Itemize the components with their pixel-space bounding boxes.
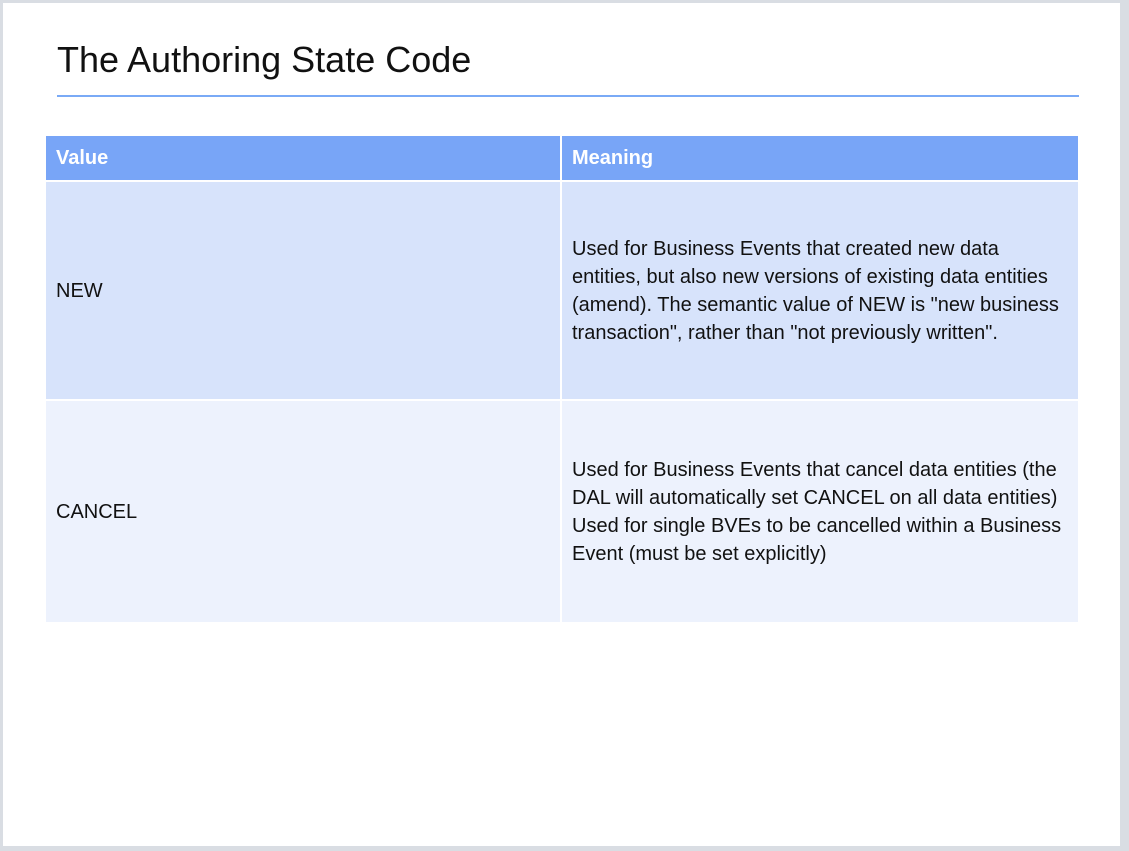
table-header-row: Value Meaning bbox=[46, 136, 1078, 182]
table-row: CANCEL Used for Business Events that can… bbox=[46, 401, 1078, 622]
slide: The Authoring State Code Value Meaning N… bbox=[3, 3, 1120, 846]
header-meaning: Meaning bbox=[562, 136, 1078, 182]
table-row: NEW Used for Business Events that create… bbox=[46, 182, 1078, 401]
value-cell-cancel: CANCEL bbox=[46, 401, 562, 622]
meaning-text: Used for Business Events that cancel dat… bbox=[572, 458, 1058, 509]
meaning-text: Used for Business Events that created ne… bbox=[572, 237, 1059, 344]
meaning-text: Used for single BVEs to be cancelled wit… bbox=[572, 514, 1062, 565]
meaning-cell-new: Used for Business Events that created ne… bbox=[562, 182, 1078, 401]
header-value: Value bbox=[46, 136, 562, 182]
authoring-state-table: Value Meaning NEW Used for Business Even… bbox=[46, 136, 1078, 622]
title-underline bbox=[57, 95, 1079, 97]
slide-title: The Authoring State Code bbox=[57, 39, 472, 80]
value-cell-new: NEW bbox=[46, 182, 562, 401]
meaning-cell-cancel: Used for Business Events that cancel dat… bbox=[562, 401, 1078, 622]
